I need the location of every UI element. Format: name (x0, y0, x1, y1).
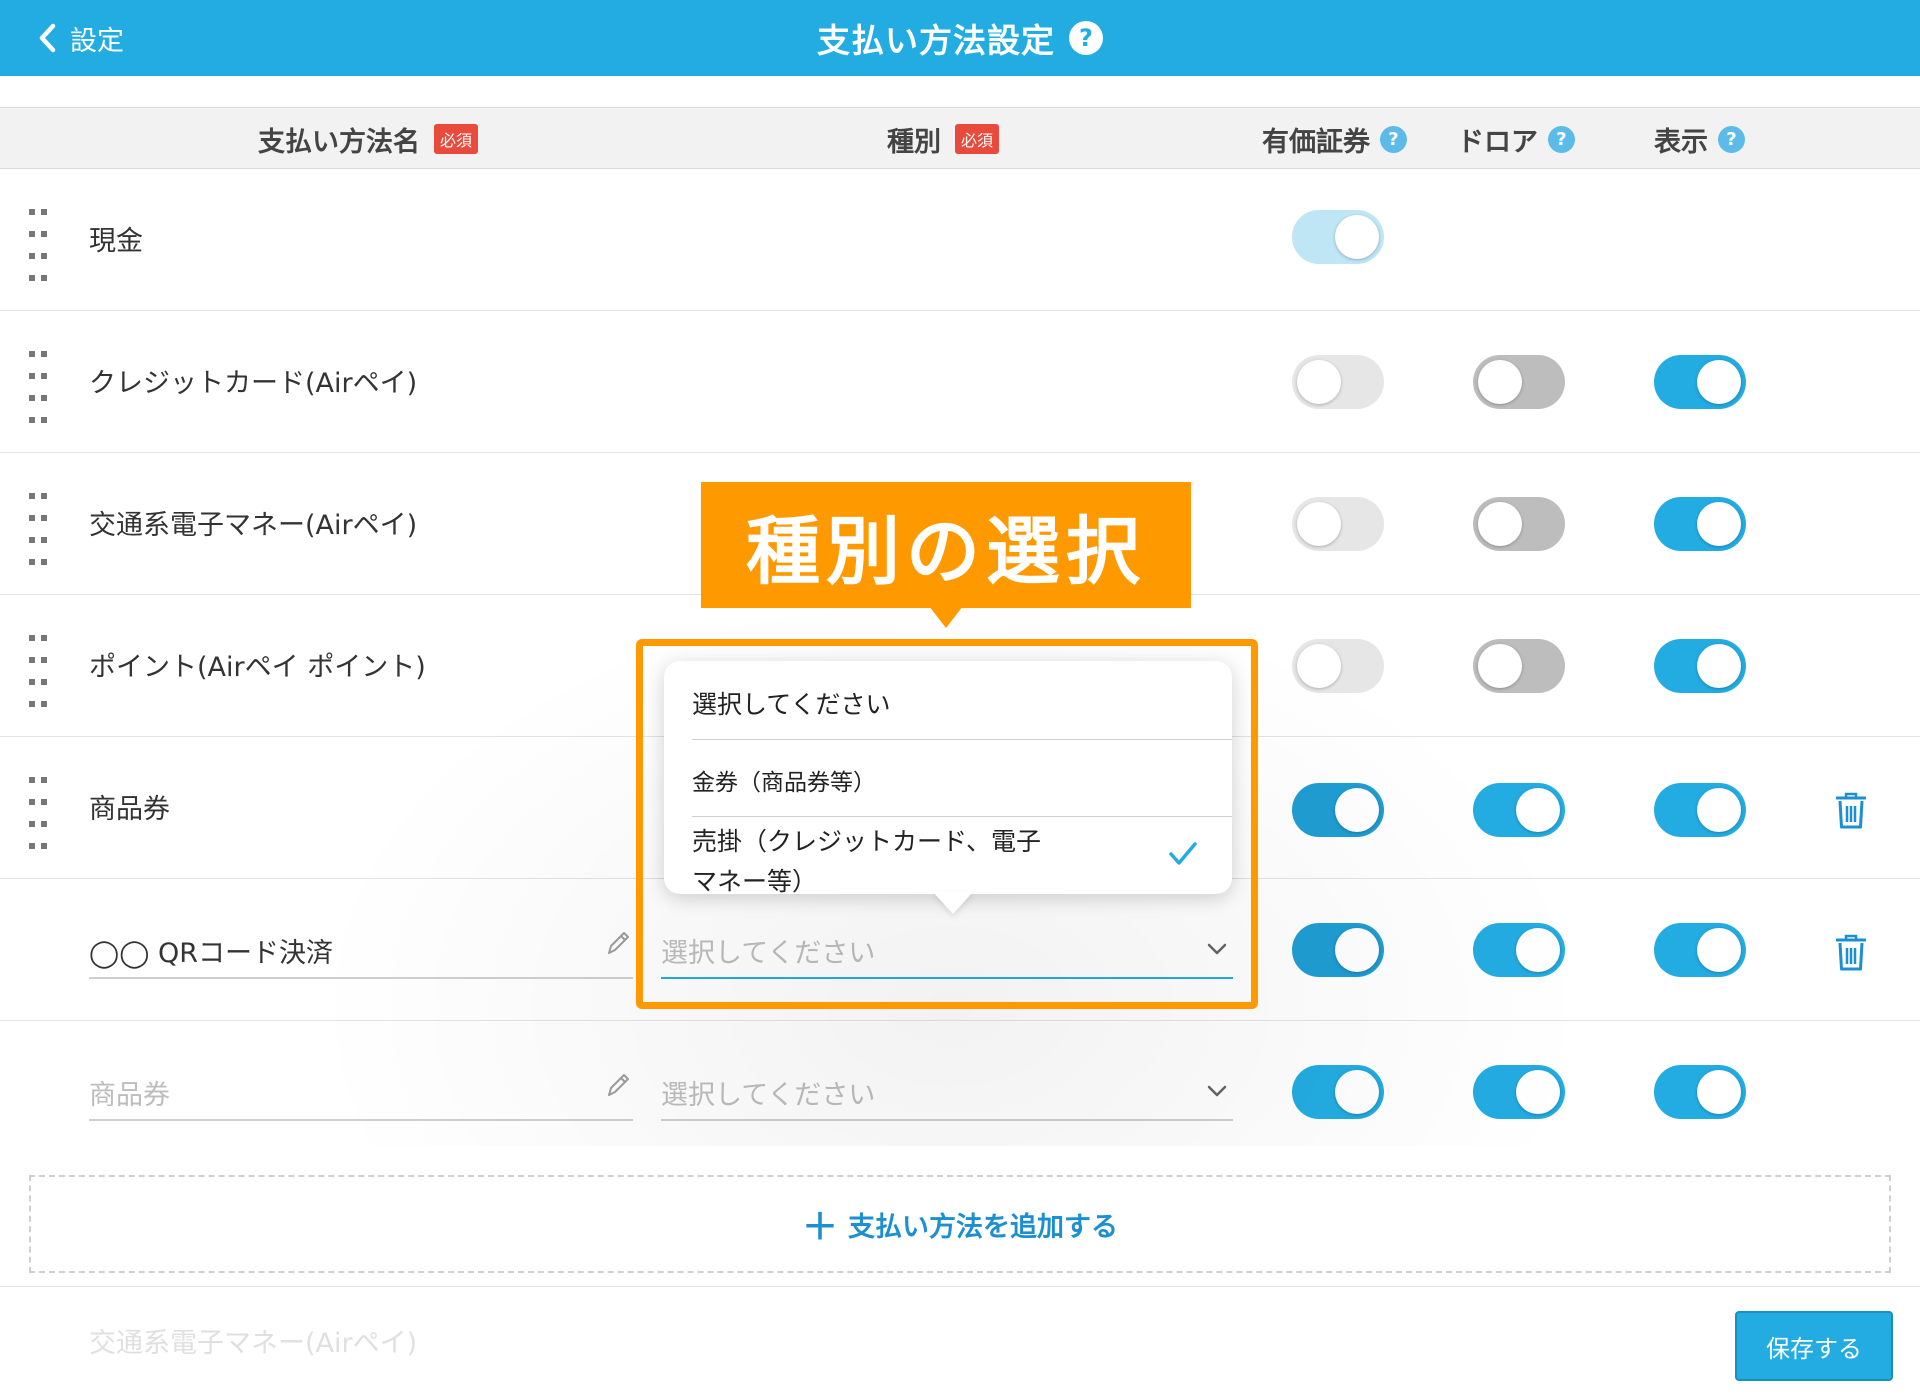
display-toggle[interactable] (1654, 639, 1746, 693)
pencil-icon (608, 932, 629, 954)
add-payment-method-button[interactable]: ＋ 支払い方法を追加する (29, 1175, 1891, 1273)
checkmark-icon (1169, 842, 1197, 865)
type-select[interactable]: 選択してください (661, 1061, 1233, 1121)
display-toggle[interactable] (1654, 355, 1746, 409)
required-badge: 必須 (434, 124, 479, 154)
callout-label: 種別の選択 (701, 482, 1191, 608)
drawer-toggle[interactable] (1473, 639, 1565, 693)
payment-method-name: クレジットカード(Airペイ) (89, 368, 418, 399)
required-badge: 必須 (955, 124, 1000, 154)
dropdown-option-voucher[interactable]: 金券（商品券等） (692, 763, 1232, 797)
column-type-label: 種別 (887, 126, 941, 158)
column-header: 支払い方法名 必須 種別 必須 有価証券 ? ドロア ? 表示 ? (0, 107, 1920, 169)
dropdown-option-credit[interactable]: 売掛（クレジットカード、電子 マネー等） (692, 822, 1232, 898)
column-drawer-label: ドロア (1457, 126, 1538, 158)
ghost-row-text: 交通系電子マネー(Airペイ) (89, 1328, 418, 1359)
drag-handle-icon[interactable] (29, 351, 47, 423)
dropdown-arrow (933, 892, 973, 914)
display-toggle[interactable] (1654, 923, 1746, 977)
securities-toggle[interactable] (1292, 210, 1384, 264)
column-display-label: 表示 (1654, 126, 1708, 158)
trash-icon[interactable] (1836, 934, 1866, 972)
payment-method-name: 交通系電子マネー(Airペイ) (89, 510, 418, 541)
display-toggle[interactable] (1654, 1065, 1746, 1119)
help-icon[interactable]: ? (1380, 125, 1407, 153)
save-button[interactable]: 保存する (1735, 1311, 1893, 1381)
table-row: 商品券 選択してください (0, 1021, 1920, 1163)
display-toggle[interactable] (1654, 783, 1746, 837)
drawer-toggle[interactable] (1473, 783, 1565, 837)
drawer-toggle[interactable] (1473, 355, 1565, 409)
callout-tail (929, 606, 963, 628)
drag-handle-icon[interactable] (29, 635, 47, 707)
column-name-label: 支払い方法名 (258, 126, 420, 158)
type-select-value: 選択してください (661, 1080, 876, 1111)
securities-toggle[interactable] (1292, 497, 1384, 551)
trash-icon[interactable] (1836, 792, 1866, 830)
table-row: クレジットカード(Airペイ) (0, 311, 1920, 453)
column-type: 種別 必須 (887, 108, 1000, 170)
chevron-down-icon (1207, 1085, 1227, 1097)
drawer-toggle[interactable] (1473, 923, 1565, 977)
add-payment-method-label: 支払い方法を追加する (848, 1211, 1118, 1243)
payment-name-input[interactable]: 商品券 (89, 1061, 633, 1121)
top-bar: 設定 支払い方法設定 ? (0, 0, 1920, 76)
dropdown-divider (692, 739, 1232, 740)
help-icon[interactable]: ? (1069, 21, 1103, 55)
payment-name-value: ◯◯ QRコード決済 (89, 938, 334, 969)
drag-handle-icon[interactable] (29, 209, 47, 281)
pencil-icon (608, 1074, 629, 1096)
column-securities: 有価証券 ? (1262, 108, 1407, 170)
column-display: 表示 ? (1654, 108, 1745, 170)
display-toggle[interactable] (1654, 497, 1746, 551)
payment-method-name: 現金 (89, 226, 143, 257)
type-dropdown: 選択してください 金券（商品券等） 売掛（クレジットカード、電子 マネー等） (664, 661, 1232, 896)
footer-bar: 交通系電子マネー(Airペイ) 保存する (0, 1286, 1920, 1400)
column-name: 支払い方法名 必須 (258, 108, 479, 170)
dropdown-option-placeholder[interactable]: 選択してください (692, 685, 1232, 721)
page-title: 支払い方法設定 (817, 21, 1055, 60)
payment-method-name: 商品券 (89, 794, 170, 825)
securities-toggle[interactable] (1292, 1065, 1384, 1119)
securities-toggle[interactable] (1292, 639, 1384, 693)
help-icon[interactable]: ? (1718, 125, 1745, 153)
securities-toggle[interactable] (1292, 783, 1384, 837)
column-securities-label: 有価証券 (1262, 126, 1370, 158)
table-row: 現金 (0, 169, 1920, 311)
plus-icon: ＋ (801, 1207, 838, 1248)
dropdown-option-credit-line1: 売掛（クレジットカード、電子 (692, 827, 1042, 856)
drag-handle-icon[interactable] (29, 777, 47, 849)
payment-name-input[interactable]: ◯◯ QRコード決済 (89, 919, 633, 979)
drawer-toggle[interactable] (1473, 497, 1565, 551)
securities-toggle[interactable] (1292, 355, 1384, 409)
title-area: 支払い方法設定 ? (0, 0, 1920, 76)
securities-toggle[interactable] (1292, 923, 1384, 977)
help-icon[interactable]: ? (1548, 125, 1575, 153)
dropdown-divider (692, 816, 1232, 817)
column-drawer: ドロア ? (1457, 108, 1575, 170)
drag-handle-icon[interactable] (29, 493, 47, 565)
drawer-toggle[interactable] (1473, 1065, 1565, 1119)
payment-method-name: ポイント(Airペイ ポイント) (89, 652, 426, 683)
payment-name-placeholder: 商品券 (89, 1080, 170, 1111)
